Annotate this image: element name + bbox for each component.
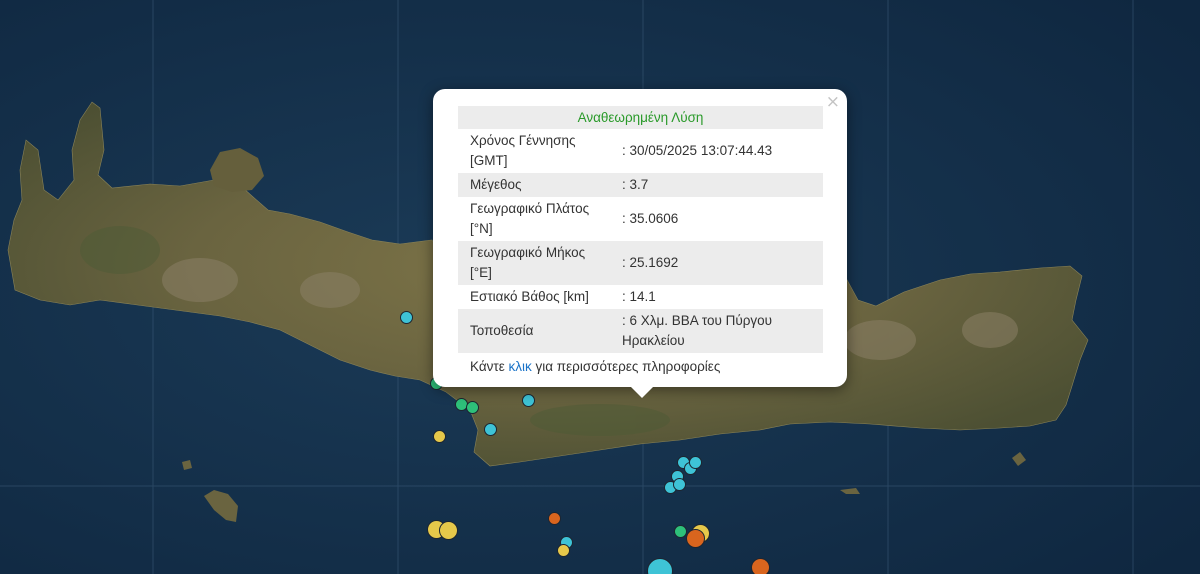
detail-value: : 14.1	[622, 289, 656, 304]
detail-value: : 30/05/2025 13:07:44.43	[622, 143, 773, 158]
detail-row: Χρόνος Γέννησης [GMT] : 30/05/2025 13:07:…	[458, 129, 823, 173]
popup-tip	[630, 386, 654, 398]
detail-label: Χρόνος Γέννησης [GMT]	[470, 133, 576, 168]
detail-label: Γεωγραφικό Πλάτος [°N]	[470, 201, 590, 236]
more-info-prefix: Κάντε	[470, 359, 509, 374]
quake-marker[interactable]	[438, 520, 458, 540]
detail-row: Εστιακό Βάθος [km] : 14.1	[458, 285, 823, 309]
detail-row: Τοποθεσία: 6 Χλμ. ΒΒΑ του Πύργου Ηρακλεί…	[458, 309, 823, 353]
quake-marker[interactable]	[483, 422, 497, 436]
quake-marker[interactable]	[556, 543, 570, 557]
quake-marker[interactable]	[673, 524, 687, 538]
quake-marker[interactable]	[521, 393, 535, 407]
quake-marker[interactable]	[685, 528, 705, 548]
close-icon[interactable]: ×	[826, 94, 840, 111]
quake-marker[interactable]	[547, 511, 561, 525]
quake-marker[interactable]	[688, 455, 702, 469]
quake-marker[interactable]	[465, 400, 479, 414]
detail-row: Μέγεθος: 3.7	[458, 173, 823, 197]
quake-details-table: Χρόνος Γέννησης [GMT] : 30/05/2025 13:07:…	[458, 129, 823, 353]
quake-marker[interactable]	[672, 477, 686, 491]
detail-row: Γεωγραφικό Πλάτος [°N] : 35.0606	[458, 197, 823, 241]
detail-label: Εστιακό Βάθος [km]	[470, 289, 589, 304]
more-info-link[interactable]: κλικ	[509, 359, 532, 374]
detail-label: Τοποθεσία	[458, 309, 612, 353]
detail-row: Γεωγραφικό Μήκος [°E]: 25.1692	[458, 241, 823, 285]
quake-marker[interactable]	[399, 310, 413, 324]
detail-value: : 25.1692	[612, 241, 823, 285]
popup-title: Αναθεωρημένη Λύση	[458, 106, 823, 129]
more-info-suffix: για περισσότερες πληροφορίες	[531, 359, 721, 374]
detail-label: Γεωγραφικό Μήκος [°E]	[458, 241, 612, 285]
quake-marker[interactable]	[432, 429, 446, 443]
more-info-line: Κάντε κλικ για περισσότερες πληροφορίες	[458, 353, 823, 381]
detail-label: Μέγεθος	[458, 173, 612, 197]
quake-marker[interactable]	[750, 557, 770, 574]
detail-value: : 3.7	[612, 173, 823, 197]
detail-value: : 6 Χλμ. ΒΒΑ του Πύργου Ηρακλείου	[612, 309, 823, 353]
detail-value: : 35.0606	[622, 211, 679, 226]
quake-popup: × Αναθεωρημένη Λύση Χρόνος Γέννησης [GMT…	[433, 89, 847, 387]
